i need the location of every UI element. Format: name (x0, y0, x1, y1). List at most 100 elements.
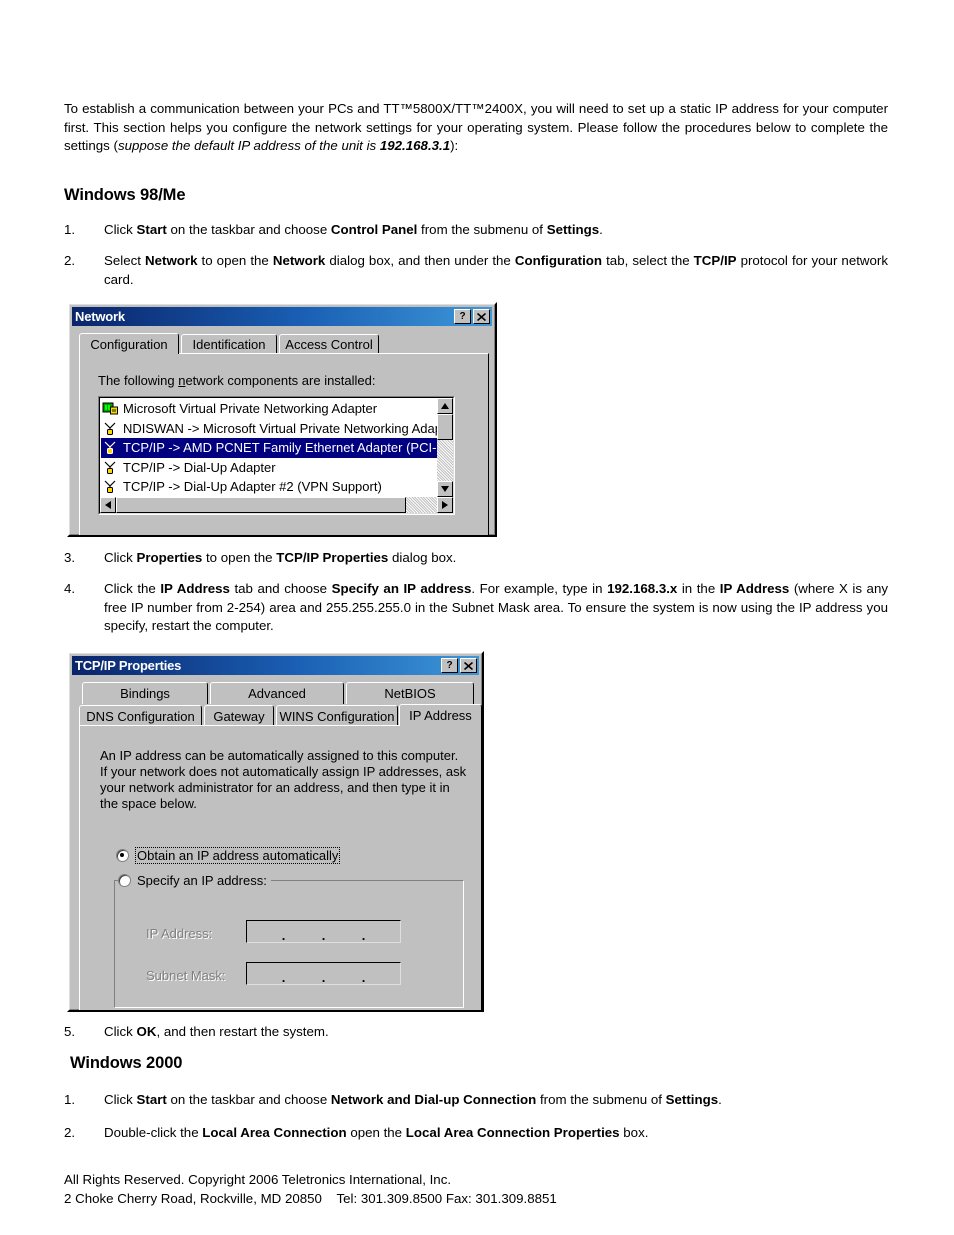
tab-identification[interactable]: Identification (181, 334, 277, 354)
tab-ip-address[interactable]: IP Address (399, 704, 482, 726)
radio-specify-ip-address[interactable]: Specify an IP address: (118, 873, 271, 888)
list-item[interactable]: TCP/IP -> Dial-Up Adapter (101, 458, 437, 478)
tab-access-control[interactable]: Access Control (279, 334, 379, 354)
network-tab-page: The following network components are ins… (79, 353, 489, 535)
w2k-step-2-number: 2. (64, 1125, 76, 1140)
step-4-number: 4. (64, 581, 76, 596)
list-item[interactable]: NDISWAN -> Microsoft Virtual Private Net… (101, 419, 437, 439)
step-2-bold-configuration: Configuration (514, 253, 603, 268)
ip-dot-separator: . (361, 970, 366, 986)
ip-octet-4[interactable] (367, 921, 400, 942)
list-item[interactable]: Microsoft Virtual Private Networking Ada… (101, 399, 437, 419)
scroll-down-icon[interactable] (437, 481, 453, 497)
protocol-icon (102, 440, 119, 455)
subnet-octet-1[interactable] (247, 963, 280, 984)
step-4-body: Click the IP Address tab and choose Spec… (104, 580, 888, 636)
step-4: 4. Click the IP Address tab and choose S… (64, 580, 888, 636)
radio-obtain-label: Obtain an IP address automatically (135, 847, 341, 864)
subnet-octet-3[interactable] (327, 963, 360, 984)
protocol-icon (102, 421, 119, 436)
w2k-step-1-bold-settings: Settings (665, 1092, 719, 1107)
w2k-step-1-text-1: Click (104, 1092, 137, 1107)
network-dialog-screenshot: Network ? Configuration Identification A… (67, 302, 497, 537)
subnet-octet-2[interactable] (287, 963, 320, 984)
radio-button-icon[interactable] (116, 849, 129, 862)
step-1-number: 1. (64, 222, 76, 237)
tab-netbios[interactable]: NetBIOS (346, 682, 474, 704)
list-item[interactable]: TCP/IP -> Dial-Up Adapter #2 (VPN Suppor… (101, 477, 437, 497)
w2k-step-1-body: Click Start on the taskbar and choose Ne… (104, 1091, 888, 1110)
subnet-mask-input[interactable]: . . . (246, 962, 401, 985)
tcpip-properties-dialog-screenshot: TCP/IP Properties ? Bindings Advanced Ne… (67, 651, 484, 1012)
ip-description-line-1: An IP address can be automatically assig… (100, 748, 459, 763)
vscroll-thumb[interactable] (437, 414, 453, 440)
ip-octet-1[interactable] (247, 921, 280, 942)
list-item-label: Microsoft Virtual Private Networking Ada… (123, 401, 378, 417)
step-4-text-4: in the (677, 581, 720, 596)
step-1-bold-control-panel: Control Panel (330, 222, 418, 237)
w2k-step-1-bold-start: Start (136, 1092, 167, 1107)
radio-obtain-ip-automatically[interactable]: Obtain an IP address automatically (116, 847, 341, 864)
tab-configuration[interactable]: Configuration (79, 333, 179, 354)
list-item-selected[interactable]: TCP/IP -> AMD PCNET Family Ethernet Adap… (101, 438, 437, 458)
footer-address: 2 Choke Cherry Road, Rockville, MD 20850… (64, 1191, 557, 1206)
help-icon[interactable]: ? (441, 658, 458, 673)
step-2-bold-tcpip: TCP/IP (693, 253, 737, 268)
tab-bindings[interactable]: Bindings (82, 682, 208, 704)
w2k-step-2-text-2: open the (346, 1125, 406, 1140)
step-2-bold-network-1: Network (145, 253, 198, 268)
listbox-horizontal-scrollbar[interactable] (100, 497, 453, 513)
intro-paragraph: To establish a communication between you… (64, 100, 888, 156)
scroll-right-icon[interactable] (437, 497, 453, 513)
intro-italic: suppose the default IP address of the un… (117, 138, 380, 154)
page-footer: All Rights Reserved. Copyright 2006 Tele… (64, 1170, 557, 1208)
network-components-listbox[interactable]: Microsoft Virtual Private Networking Ada… (98, 396, 455, 515)
tcpip-tabstrip-row2: DNS Configuration Gateway WINS Configura… (79, 704, 482, 726)
step-4-bold-example-ip: 192.168.3.x (607, 581, 678, 596)
tab-advanced[interactable]: Advanced (210, 682, 344, 704)
ip-octet-2[interactable] (287, 921, 320, 942)
specify-ip-groupbox (114, 880, 464, 1008)
document-page: To establish a communication between you… (0, 0, 954, 1235)
listbox-vertical-scrollbar[interactable] (437, 398, 453, 497)
radio-button-icon[interactable] (118, 874, 131, 887)
ip-octet-3[interactable] (327, 921, 360, 942)
w2k-step-1-text-3: from the submenu of (536, 1092, 666, 1107)
close-icon[interactable] (473, 309, 490, 324)
w2k-step-1: 1. Click Start on the taskbar and choose… (64, 1091, 888, 1110)
step-2: 2. Select Network to open the Network di… (64, 252, 888, 289)
list-item-label: TCP/IP -> AMD PCNET Family Ethernet Adap… (123, 440, 437, 456)
network-adapter-icon (102, 401, 119, 416)
ip-address-input[interactable]: . . . (246, 920, 401, 943)
w2k-step-2-body: Double-click the Local Area Connection o… (104, 1124, 888, 1143)
step-1-body: Click Start on the taskbar and choose Co… (104, 221, 888, 240)
tab-dns-configuration[interactable]: DNS Configuration (79, 705, 202, 726)
scroll-left-icon[interactable] (100, 497, 116, 513)
list-item-label: TCP/IP -> Dial-Up Adapter (123, 459, 276, 475)
scroll-up-icon[interactable] (437, 398, 453, 414)
step-1-bold-settings: Settings (546, 222, 600, 237)
tcpip-tab-page: An IP address can be automatically assig… (79, 725, 482, 1010)
step-3-bold-properties: Properties (136, 550, 203, 565)
ip-dot-separator: . (361, 928, 366, 944)
help-icon[interactable]: ? (454, 309, 471, 324)
step-2-number: 2. (64, 253, 76, 268)
tab-gateway[interactable]: Gateway (204, 705, 274, 726)
step-5-bold-ok: OK (136, 1024, 157, 1039)
w2k-step-1-text-4: . (718, 1092, 722, 1107)
w2k-step-2-bold-lac-properties: Local Area Connection Properties (405, 1125, 620, 1140)
protocol-icon (102, 460, 119, 475)
step-2-text-4: tab, select the (602, 253, 694, 268)
step-1-text-2: on the taskbar and choose (166, 222, 331, 237)
components-caption-pre: The following (98, 373, 179, 388)
tab-wins-configuration[interactable]: WINS Configuration (276, 705, 398, 726)
step-5: 5. Click OK, and then restart the system… (64, 1023, 888, 1042)
close-icon[interactable] (460, 658, 477, 673)
network-dialog-tabstrip: Configuration Identification Access Cont… (79, 333, 489, 354)
subnet-octet-4[interactable] (367, 963, 400, 984)
intro-ip-address: 192.168.3.1 (379, 138, 451, 154)
network-components-list: Microsoft Virtual Private Networking Ada… (101, 399, 437, 497)
step-5-text-2: , and then restart the system. (156, 1024, 329, 1039)
hscroll-thumb[interactable] (116, 497, 406, 513)
ip-address-label: IP Address: (146, 926, 213, 941)
